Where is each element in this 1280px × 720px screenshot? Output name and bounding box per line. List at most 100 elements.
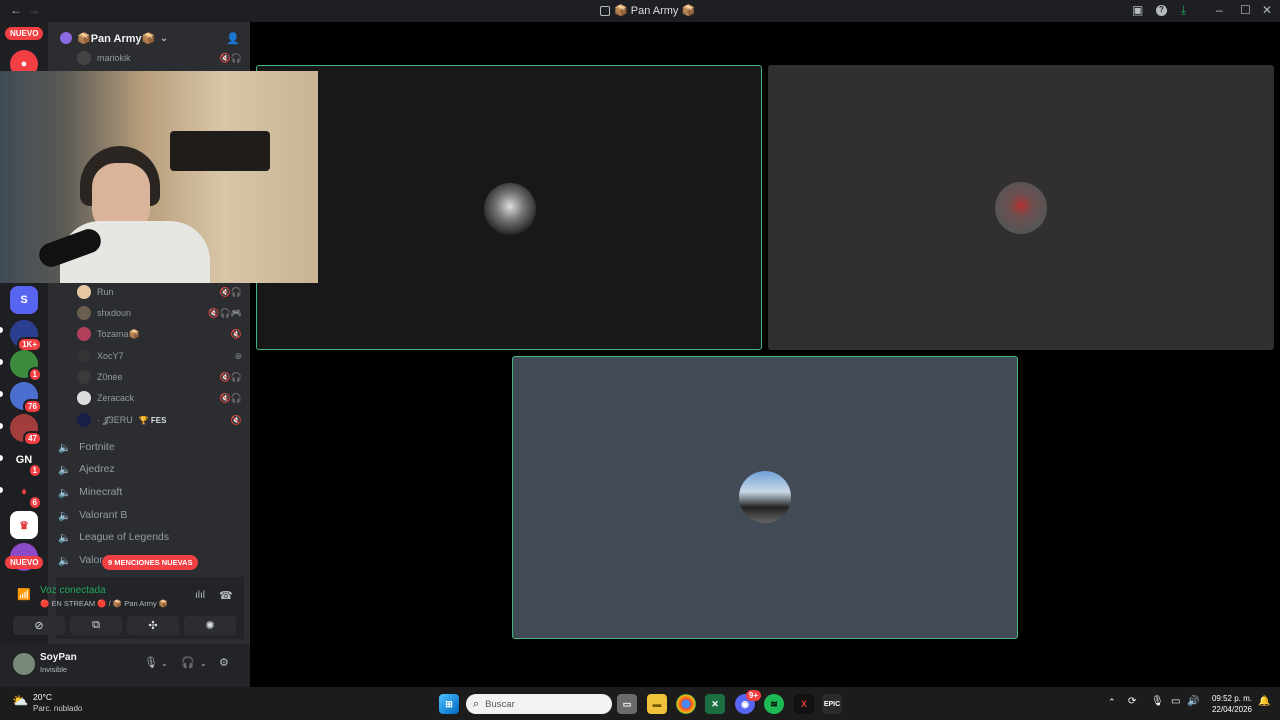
epic-games-icon[interactable]: EPIC [822, 694, 842, 714]
video-tile-3[interactable] [512, 356, 1018, 639]
chrome-icon[interactable] [676, 694, 696, 714]
server-icon-crown[interactable]: ♛ [10, 511, 38, 539]
nuevo-badge[interactable]: NUEVO [5, 27, 44, 40]
windows-start-icon[interactable]: ⊞ [439, 694, 459, 714]
participant-avatar [739, 471, 791, 523]
avatar [77, 306, 91, 320]
voice-member[interactable]: shxdoun 🔇🎧🎮 [77, 304, 242, 322]
user-name[interactable]: SoyPan [40, 652, 77, 663]
weather-temperature[interactable]: 20°C [33, 692, 52, 702]
voice-member[interactable]: Tozama📦 🔇 [77, 325, 242, 343]
server-icon-3[interactable]: 76 [10, 382, 42, 414]
weather-condition[interactable]: Parc. nublado [33, 704, 82, 713]
speaker-icon: 🔈 [58, 554, 72, 567]
speaker-icon: 🔈 [58, 441, 72, 454]
app-x-icon[interactable]: X [794, 694, 814, 714]
avatar [77, 327, 91, 341]
camera-off-icon: ⊘ [34, 620, 44, 632]
server-icon-rose[interactable]: ♦ 6 [10, 478, 42, 510]
settings-gear-icon[interactable]: ⚙ [219, 656, 229, 669]
task-view-icon[interactable]: ▭ [617, 694, 637, 714]
user-avatar[interactable] [13, 653, 35, 675]
add-member-icon[interactable]: 👤 [226, 32, 240, 45]
taskbar-clock[interactable]: 09:52 p. m. 22/04/2026 [1208, 693, 1252, 715]
voice-status[interactable]: Voz conectada [40, 585, 106, 596]
sync-icon[interactable]: ⟳ [1128, 696, 1136, 707]
file-explorer-icon[interactable]: ▬ [647, 694, 667, 714]
participant-avatar [995, 182, 1047, 234]
voice-channel[interactable]: 🔈 Valor [58, 550, 103, 570]
signal-icon[interactable]: 📶 [17, 588, 31, 601]
server-icon-2[interactable]: 1 [10, 350, 42, 382]
voice-channel[interactable]: 🔈 Fortnite [58, 437, 115, 457]
unread-pill [0, 359, 3, 365]
weather-icon[interactable]: ⛅ [12, 693, 28, 709]
close-icon[interactable]: ✕ [1262, 3, 1272, 17]
bed-shape [170, 131, 270, 171]
voice-member[interactable]: · 𝓙3ERU 🏆 FES 🔇 [77, 411, 242, 429]
server-boost-icon [60, 32, 72, 44]
voice-channel[interactable]: 🔈 Valorant B [58, 505, 127, 525]
server-icon [600, 5, 610, 16]
participant-avatar [484, 183, 536, 235]
network-icon[interactable]: ▭ [1171, 696, 1180, 707]
server-icon-4[interactable]: 47 [10, 414, 42, 446]
speaker-icon: 🔈 [58, 486, 72, 499]
activities-button[interactable]: ✣ [127, 616, 179, 635]
headphones-icon[interactable]: 🎧 [181, 656, 195, 669]
download-icon[interactable]: ⤓ [1181, 3, 1186, 18]
server-icon-s[interactable]: S [10, 286, 38, 314]
help-icon[interactable]: ? [1156, 5, 1167, 16]
avatar [77, 51, 91, 65]
video-tile-2[interactable] [768, 65, 1274, 350]
voice-member[interactable]: mariokik 🔇🎧 [77, 49, 242, 67]
mute-deafen-icon: 🔇🎧 [219, 371, 242, 382]
unread-pill [0, 487, 3, 493]
voice-channel-label[interactable]: 🔴 EN STREAM 🔴 / 📦 Pan Army 📦 [40, 599, 168, 608]
camera-off-button[interactable]: ⊘ [13, 616, 65, 635]
chevron-down-icon: ⌄ [160, 32, 168, 43]
voice-member[interactable]: Zeracack 🔇🎧 [77, 389, 242, 407]
taskbar-search[interactable]: ⌕ Buscar [466, 694, 612, 714]
new-mentions-pill[interactable]: 9 MENCIONES NUEVAS [102, 555, 199, 570]
maximize-icon[interactable]: ☐ [1240, 3, 1251, 17]
server-icon-gn[interactable]: GN 1 [10, 446, 42, 478]
microphone-tray-icon[interactable]: 🎙 [1151, 696, 1164, 707]
server-icon-1[interactable]: 1K+ [10, 320, 42, 352]
mute-deafen-icon: 🔇🎧 [219, 392, 242, 403]
voice-member[interactable]: Run 🔇🎧 [77, 283, 242, 301]
screen-share-button[interactable]: ⧉ [70, 616, 122, 635]
excel-icon[interactable]: ✕ [705, 694, 725, 714]
screen-icon[interactable]: ▣ [1132, 3, 1143, 17]
volume-icon[interactable]: 🔊 [1187, 696, 1199, 707]
forward-arrow-icon[interactable]: → [28, 3, 40, 17]
video-tile-1[interactable] [256, 65, 762, 350]
avatar [77, 370, 91, 384]
nuevo-badge-bottom[interactable]: NUEVO [5, 556, 44, 569]
avatar [77, 285, 91, 299]
notifications-icon[interactable]: 🔔 [1258, 696, 1270, 707]
title-bar: ← → 📦 Pan Army 📦 ▣ ? ⤓ – ☐ ✕ [0, 0, 1280, 22]
spotify-icon[interactable]: ≋ [764, 694, 784, 714]
voice-member[interactable]: Z0nee 🔇🎧 [77, 368, 242, 386]
disconnect-icon[interactable]: ☎ [219, 589, 233, 602]
server-name: 📦Pan Army📦 [77, 32, 156, 45]
avatar [77, 413, 91, 427]
minimize-icon[interactable]: – [1216, 3, 1223, 17]
discord-icon[interactable]: ◉ 9+ [735, 690, 761, 714]
xbox-icon: ⊗ [234, 350, 242, 361]
noise-suppression-icon[interactable]: ılıl [195, 590, 205, 601]
microphone-icon[interactable]: 🎙 [144, 656, 158, 669]
voice-channel[interactable]: 🔈 Minecraft [58, 482, 122, 502]
voice-channel[interactable]: 🔈 League of Legends [58, 527, 169, 547]
back-arrow-icon[interactable]: ← [10, 3, 22, 17]
tray-chevron-up-icon[interactable]: ⌃ [1108, 697, 1116, 708]
voice-member[interactable]: XocY7 ⊗ [77, 347, 242, 365]
unread-pill [0, 423, 3, 429]
chevron-down-icon[interactable]: ⌄ [200, 659, 207, 668]
voice-channel[interactable]: 🔈 Ajedrez [58, 459, 115, 479]
soundboard-button[interactable]: ✺ [184, 616, 236, 635]
speaker-icon: 🔈 [58, 509, 72, 522]
chevron-down-icon[interactable]: ⌄ [161, 659, 168, 668]
window-title: 📦 Pan Army 📦 [600, 4, 695, 17]
